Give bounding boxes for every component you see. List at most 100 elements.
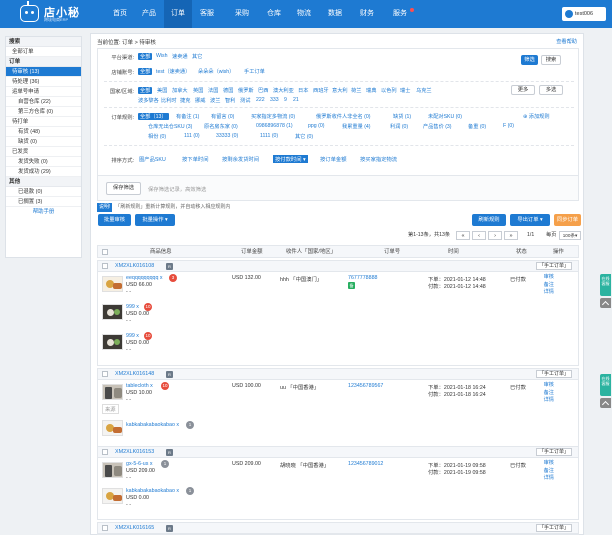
rule-price[interactable]: 产品售价 (3) [423,123,452,130]
search-button[interactable]: 搜索 [541,55,561,65]
rule-33333[interactable]: 33333 (0) [216,133,238,139]
rule-no-outbound-sku[interactable]: 仓库无出仓SKU (3) [148,123,192,130]
product-name-link[interactable]: kabkabakabaokabao x [126,422,179,428]
rule-f[interactable]: F (0) [503,123,514,129]
order-number-link[interactable]: 7677778888 [348,275,377,281]
bulk-ops-button[interactable]: 批量操作 ▾ [135,214,175,226]
order-number-link[interactable]: 123456789012 [348,461,383,467]
store-test[interactable]: test（速卖通） [156,68,190,75]
rule-other[interactable]: 其它 (0) [295,133,313,140]
refresh-rules-button[interactable]: 刷新规则 [472,214,506,226]
order-id-link[interactable]: XM2XLK016153 [115,447,154,458]
country-ch[interactable]: 瑞士 [400,87,410,94]
detail-action[interactable]: 详情 [544,397,554,405]
user-menu[interactable]: test006 [562,7,606,21]
platform-all[interactable]: 全部 [138,53,153,60]
nav-home[interactable]: 首页 [106,0,134,28]
rule-unmatched-sku[interactable]: 未配对SKU (0) [428,113,462,120]
sidebar-item-ship-success[interactable]: 发货成功 (29) [6,167,81,177]
rule-weight[interactable]: 我累重量 (4) [342,123,371,130]
nav-products[interactable]: 产品 [135,0,163,28]
product-image[interactable] [102,276,123,292]
country-cl[interactable]: 智利 [225,97,235,104]
country-fr[interactable]: 法国 [208,87,218,94]
sort-by-amount[interactable]: 按订单金额 [320,155,347,163]
product-image[interactable] [102,420,123,436]
sidebar-item-to-print[interactable]: 待打单 [6,117,81,127]
prev-page-button[interactable]: ‹ [472,231,486,240]
country-uk[interactable]: 英国 [193,87,203,94]
sync-orders-button[interactable]: 同步订单 [554,214,581,226]
platform-aliexpress[interactable]: 速卖通 [172,53,188,60]
sidebar-item-all-orders[interactable]: 全部订单 [6,47,81,57]
nav-logistics[interactable]: 物流 [290,0,318,28]
rule-landlord[interactable]: 原名房东家 (0) [204,123,238,130]
view-help-link[interactable]: 查看帮助 [556,38,577,45]
country-222[interactable]: 222 [256,97,265,103]
country-pl[interactable]: 波兰 [210,97,220,104]
rule-has-message[interactable]: 有留言 (0) [211,113,234,120]
country-de[interactable]: 德国 [223,87,233,94]
per-page-select[interactable]: 100条▾ [559,231,581,240]
country-no[interactable]: 挪威 [195,97,205,104]
product-image[interactable] [102,462,123,478]
rule-has-remark[interactable]: 有备注 (1) [176,113,199,120]
store-all[interactable]: 全部 [138,68,153,75]
nav-customer-service[interactable]: 客服 [193,0,221,28]
country-ua[interactable]: 乌克兰 [416,87,432,94]
sort-by-ship-deadline[interactable]: 按剩余发货时间 [222,155,259,163]
product-name-link[interactable]: eeqqqqqqqqq x [126,275,163,281]
rule-multi-logistics[interactable]: 买家指定多物流 (0) [251,113,295,120]
order-id-link[interactable]: XM2XLK016148 [115,369,154,380]
country-333[interactable]: 333 [270,97,279,103]
order-number-link[interactable]: 123456789567 [348,383,383,389]
sidebar-item-tracking-apply[interactable]: 运单号申请 [6,87,81,97]
next-page-button[interactable]: › [488,231,502,240]
sidebar-item-ship-failed[interactable]: 发货失败 (0) [6,157,81,167]
product-name-link[interactable]: 999 x [126,304,139,310]
rule-xiangfen[interactable]: 相份 (0) [148,133,166,140]
filter-button[interactable]: 筛选 [521,55,538,65]
rule-all[interactable]: 全部（13） [138,113,169,120]
sidebar-item-in-stock[interactable]: 有货 (48) [6,127,81,137]
sort-by-logistics[interactable]: 按买家指定物流 [360,155,397,163]
sidebar-item-to-process[interactable]: 待处理 (36) [6,77,81,87]
collapse-up-icon[interactable] [600,298,611,308]
help-manual-link[interactable]: 帮助手册 [6,207,81,217]
product-name-link[interactable]: gx-5-6-us x [126,461,153,467]
review-action[interactable]: 审核 [544,274,554,282]
order-checkbox[interactable] [102,449,108,455]
country-es[interactable]: 西班牙 [313,87,329,94]
sort-by-sku[interactable]: 图产品SKU [139,155,166,163]
rule-out-of-stock[interactable]: 缺货 (1) [393,113,411,120]
more-countries-button[interactable]: 更多 [511,85,535,95]
platform-other[interactable]: 其它 [192,53,202,60]
order-id-link[interactable]: XM2XLK016165 [115,523,154,534]
country-9[interactable]: 9 [284,97,287,103]
nav-data[interactable]: 数据 [321,0,349,28]
nav-warehouse[interactable]: 仓库 [260,0,288,28]
product-name-link[interactable]: 999 x [126,333,139,339]
sidebar-item-pending-review[interactable]: 待审核 (13) [6,67,81,77]
country-jp[interactable]: 日本 [298,87,308,94]
country-be[interactable]: 比利时 [161,97,177,104]
platform-wish[interactable]: Wish [156,53,168,59]
remark-action[interactable]: 备注 [544,468,554,476]
online-service-float[interactable]: 在线客服 [600,374,611,396]
detail-action[interactable]: 详情 [544,289,554,297]
multi-select-button[interactable]: 多选 [539,85,563,95]
nav-purchase[interactable]: 采购 [228,0,256,28]
rule-111[interactable]: 111 (0) [184,133,200,139]
rule-reserve-weight[interactable]: 备重 (0) [468,123,486,130]
first-page-button[interactable]: « [456,231,470,240]
order-checkbox[interactable] [102,525,108,531]
country-se[interactable]: 瑞典 [366,87,376,94]
export-orders-button[interactable]: 导出订单 ▾ [510,214,550,226]
sort-by-pay-time[interactable]: 按付款时间 ▾ [273,155,308,163]
review-action[interactable]: 审核 [544,382,554,390]
country-il[interactable]: 以色列 [381,87,397,94]
country-test[interactable]: 测试 [240,97,250,104]
rule-profit[interactable]: 利润 (0) [390,123,408,130]
sidebar-item-on-hold[interactable]: 已搁置 (3) [6,197,81,207]
sidebar-item-refunded[interactable]: 已退款 (0) [6,187,81,197]
